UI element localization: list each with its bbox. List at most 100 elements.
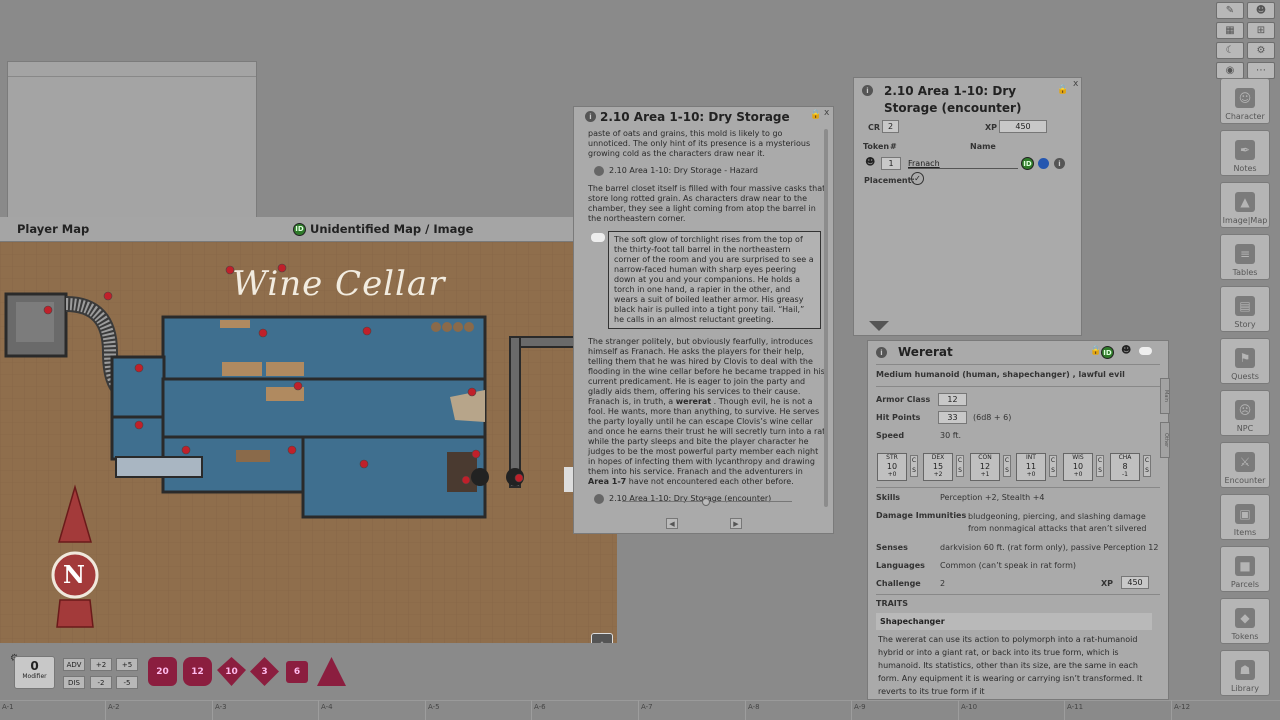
map-canvas[interactable]: Wine Cellar N ⌖	[0, 242, 617, 643]
hotkey-slot[interactable]: A-7	[641, 703, 653, 711]
sidebar-item-tables[interactable]: ≡Tables	[1220, 234, 1270, 280]
stat-check-button[interactable]: CS	[910, 455, 918, 477]
stat-check-button[interactable]: CS	[1143, 455, 1151, 477]
hp-field[interactable]: 33	[938, 411, 967, 424]
speech-bubble-icon[interactable]	[1139, 347, 1152, 355]
plus2-button[interactable]: +2	[90, 658, 112, 671]
map-header[interactable]: Player Map ID Unidentified Map / Image	[0, 217, 617, 242]
slider-knob[interactable]	[702, 498, 710, 506]
recenter-icon[interactable]: ⌖	[591, 633, 613, 643]
tab-main[interactable]: Main	[1160, 378, 1170, 414]
pencil-icon[interactable]: ✎	[1216, 2, 1244, 19]
sidebar-item-quests[interactable]: ⚑Quests	[1220, 338, 1270, 384]
options-icon[interactable]: ⋯	[1247, 62, 1275, 79]
sidebar-item-tokens[interactable]: ◆Tokens	[1220, 598, 1270, 644]
stat-str[interactable]: STR10+0	[877, 453, 907, 481]
stat-check-button[interactable]: CS	[1003, 455, 1011, 477]
lock-icon[interactable]: 🔒	[1090, 346, 1101, 356]
faction-icon[interactable]	[1038, 158, 1049, 169]
speech-bubble-icon[interactable]	[591, 233, 605, 242]
stat-check-button[interactable]: CS	[1049, 455, 1057, 477]
sidebar-item-image-map[interactable]: ▲Image|Map	[1220, 182, 1270, 228]
info-icon[interactable]: i	[1054, 158, 1065, 169]
stat-con[interactable]: CON12+1	[970, 453, 1000, 481]
grid-icon[interactable]: ⊞	[1247, 22, 1275, 39]
cr-field[interactable]: 2	[882, 120, 899, 133]
stat-cha[interactable]: CHA8-1	[1110, 453, 1140, 481]
sidebar-item-story[interactable]: ▤Story	[1220, 286, 1270, 332]
token-icon[interactable]: ☻	[865, 157, 875, 168]
story-link[interactable]: 2.10 Area 1-10: Dry Storage - Hazard	[594, 166, 826, 176]
story-link[interactable]: 2.10 Area 1-10: Dry Storage (encounter)	[594, 494, 826, 504]
npc-window: i Wererat 🔒 ID ☻ Medium humanoid (human,…	[867, 340, 1169, 700]
check-icon[interactable]: ✓	[911, 172, 924, 185]
divider	[745, 700, 746, 720]
d8-icon[interactable]: 3	[250, 657, 279, 686]
stat-check-button[interactable]: CS	[1096, 455, 1104, 477]
dis-button[interactable]: DIS	[63, 676, 85, 689]
scrollbar[interactable]	[824, 129, 828, 507]
next-page-button[interactable]: ▶	[730, 518, 742, 529]
hotkey-slot[interactable]: A-6	[534, 703, 546, 711]
hotkey-slot[interactable]: A-12	[1174, 703, 1190, 711]
stat-dex[interactable]: DEX15+2	[923, 453, 953, 481]
xp-field[interactable]: 450	[999, 120, 1047, 133]
id-icon[interactable]: ID	[293, 223, 306, 236]
sidebar-item-items[interactable]: ▣Items	[1220, 494, 1270, 540]
plus5-button[interactable]: +5	[116, 658, 138, 671]
calendar-icon[interactable]: ▦	[1216, 22, 1244, 39]
id-icon[interactable]: ID	[1021, 157, 1034, 170]
npc-name-link[interactable]: Franach	[908, 159, 1018, 169]
hotkey-slot[interactable]: A-8	[748, 703, 760, 711]
sidebar-item-parcels[interactable]: ■Parcels	[1220, 546, 1270, 592]
moon-icon[interactable]: ☾	[1216, 42, 1244, 59]
d6-icon[interactable]: 6	[286, 661, 308, 683]
lock-icon[interactable]: 🔒	[1057, 85, 1068, 95]
divider	[958, 700, 959, 720]
stat-int[interactable]: INT11+0	[1016, 453, 1046, 481]
info-icon[interactable]: i	[862, 85, 873, 96]
hotkey-slot[interactable]: A-11	[1067, 703, 1083, 711]
d12-icon[interactable]: 12	[183, 657, 212, 686]
d4-icon[interactable]	[317, 657, 346, 686]
tab-other[interactable]: Other	[1160, 422, 1170, 458]
lock-icon[interactable]: 🔒	[810, 110, 821, 120]
xp-field[interactable]: 450	[1121, 576, 1149, 589]
minus2-button[interactable]: -2	[90, 676, 112, 689]
d20-icon[interactable]: 20	[148, 657, 177, 686]
prev-page-button[interactable]: ◀	[666, 518, 678, 529]
page-slider[interactable]	[622, 501, 792, 502]
d10-icon[interactable]: 10	[217, 657, 246, 686]
id-icon[interactable]: ID	[1101, 346, 1114, 359]
stat-check-button[interactable]: CS	[956, 455, 964, 477]
hotkey-slot[interactable]: A-3	[215, 703, 227, 711]
gear-icon[interactable]: ⚙	[1247, 42, 1275, 59]
expand-icon[interactable]	[869, 321, 889, 331]
hotkey-slot[interactable]: A-9	[854, 703, 866, 711]
sidebar-item-library[interactable]: ☗Library	[1220, 650, 1270, 696]
count-field[interactable]: 1	[881, 157, 901, 170]
close-icon[interactable]: x	[1073, 79, 1078, 89]
stat-value: 11	[1017, 462, 1045, 471]
users-icon[interactable]: ☻	[1247, 2, 1275, 19]
modifier-box[interactable]: 0 Modifier	[14, 656, 55, 689]
sidebar-item-encounter[interactable]: ⚔Encounter	[1220, 442, 1270, 488]
hotkey-slot[interactable]: A-1	[2, 703, 14, 711]
screenshot-icon[interactable]: ◉	[1216, 62, 1244, 79]
flag-icon: ⚑	[1235, 348, 1255, 368]
stat-wis[interactable]: WIS10+0	[1063, 453, 1093, 481]
sidebar-item-notes[interactable]: ✒Notes	[1220, 130, 1270, 176]
close-icon[interactable]: x	[824, 108, 829, 118]
adv-button[interactable]: ADV	[63, 658, 85, 671]
minus5-button[interactable]: -5	[116, 676, 138, 689]
sidebar-item-character[interactable]: ☺Character	[1220, 78, 1270, 124]
hotkey-slot[interactable]: A-4	[321, 703, 333, 711]
hotkey-slot[interactable]: A-10	[961, 703, 977, 711]
hotkey-slot[interactable]: A-5	[428, 703, 440, 711]
ac-field[interactable]: 12	[938, 393, 967, 406]
divider	[212, 700, 213, 720]
hotkey-slot[interactable]: A-2	[108, 703, 120, 711]
token-icon[interactable]: ☻	[1121, 345, 1131, 356]
sidebar-item-npc[interactable]: ☹NPC	[1220, 390, 1270, 436]
info-icon[interactable]: i	[876, 347, 887, 358]
